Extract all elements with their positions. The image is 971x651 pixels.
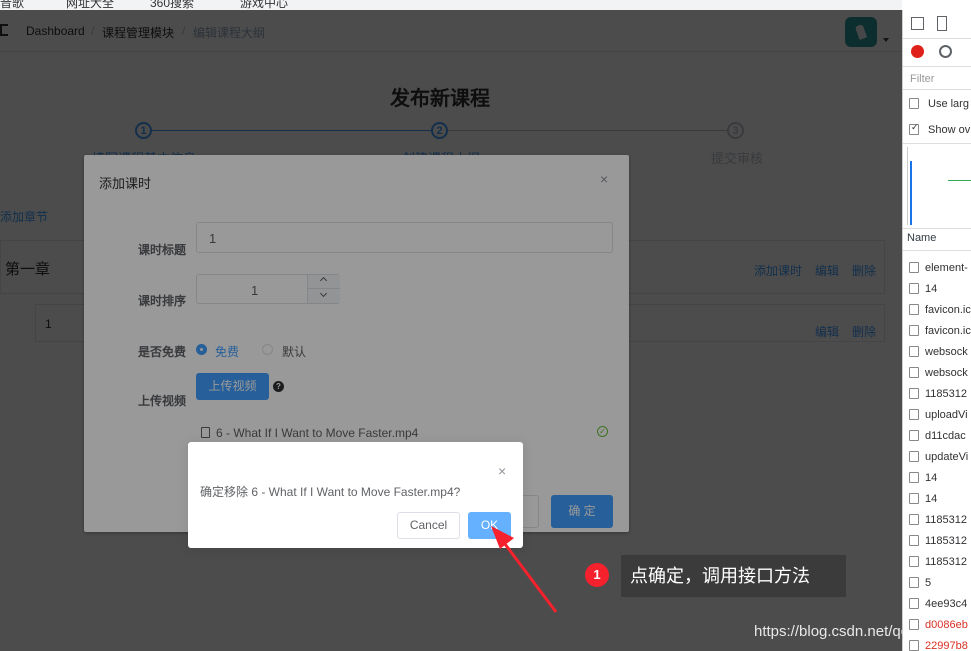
record-icon[interactable] bbox=[911, 45, 924, 58]
bookmarks-bar: 音歌 网址大全 360搜索 游戏中心 bbox=[0, 0, 902, 10]
network-request-row[interactable]: 1185312 bbox=[925, 535, 967, 547]
request-file-icon bbox=[909, 304, 919, 315]
request-file-icon bbox=[909, 283, 919, 294]
annotation-badge: 1 bbox=[585, 563, 609, 587]
request-file-icon bbox=[909, 640, 919, 651]
request-file-icon bbox=[909, 619, 919, 630]
inspect-element-icon[interactable] bbox=[911, 17, 924, 30]
overview-timeline bbox=[907, 147, 971, 225]
name-column-header[interactable]: Name bbox=[907, 232, 971, 244]
request-file-icon bbox=[909, 598, 919, 609]
request-file-icon bbox=[909, 556, 919, 567]
network-request-row[interactable]: 1185312 bbox=[925, 556, 967, 568]
request-file-icon bbox=[909, 472, 919, 483]
use-large-label: Use larg bbox=[928, 98, 969, 110]
request-file-icon bbox=[909, 493, 919, 504]
clear-icon[interactable] bbox=[939, 45, 952, 58]
request-file-icon bbox=[909, 514, 919, 525]
network-request-row[interactable]: websock bbox=[925, 367, 968, 379]
bookmark-item[interactable]: 音歌 bbox=[0, 0, 24, 10]
network-request-row[interactable]: 14 bbox=[925, 493, 937, 505]
network-request-row[interactable]: websock bbox=[925, 346, 968, 358]
request-file-icon bbox=[909, 409, 919, 420]
network-request-row[interactable]: 22997b8 bbox=[925, 640, 968, 651]
show-overview-checkbox[interactable]: ✓ bbox=[909, 122, 919, 135]
network-request-row[interactable]: 14 bbox=[925, 283, 937, 295]
network-request-row[interactable]: updateVi bbox=[925, 451, 968, 463]
request-file-icon bbox=[909, 367, 919, 378]
request-file-icon bbox=[909, 388, 919, 399]
request-file-icon bbox=[909, 325, 919, 336]
request-file-icon bbox=[909, 535, 919, 546]
annotation-callout: 点确定，调用接口方法 bbox=[621, 555, 846, 597]
network-request-row[interactable]: d0086eb bbox=[925, 619, 968, 631]
network-request-row[interactable]: favicon.ic bbox=[925, 325, 971, 337]
network-request-row[interactable]: 14 bbox=[925, 472, 937, 484]
network-request-row[interactable]: favicon.ic bbox=[925, 304, 971, 316]
network-request-row[interactable]: 5 bbox=[925, 577, 931, 589]
show-overview-label: Show ov bbox=[928, 124, 971, 136]
bookmark-item[interactable]: 游戏中心 bbox=[240, 0, 288, 10]
network-request-row[interactable]: uploadVi bbox=[925, 409, 968, 421]
filter-input[interactable]: Filter bbox=[910, 73, 971, 85]
bookmark-item[interactable]: 网址大全 bbox=[66, 0, 114, 10]
request-file-icon bbox=[909, 451, 919, 462]
device-toolbar-icon[interactable] bbox=[937, 16, 947, 31]
network-request-row[interactable]: 1185312 bbox=[925, 514, 967, 526]
network-request-row[interactable]: d11cdac bbox=[925, 430, 966, 442]
request-file-icon bbox=[909, 262, 919, 273]
network-request-row[interactable]: 4ee93c4 bbox=[925, 598, 967, 610]
request-file-icon bbox=[909, 346, 919, 357]
request-file-icon bbox=[909, 577, 919, 588]
network-request-row[interactable]: element- bbox=[925, 262, 968, 274]
request-file-icon bbox=[909, 430, 919, 441]
devtools-panel: Filter Use larg ✓ Show ov Name element- 1… bbox=[902, 10, 971, 651]
use-large-checkbox[interactable] bbox=[909, 98, 919, 109]
network-request-row[interactable]: 1185312 bbox=[925, 388, 967, 400]
bookmark-item[interactable]: 360搜索 bbox=[150, 0, 194, 10]
